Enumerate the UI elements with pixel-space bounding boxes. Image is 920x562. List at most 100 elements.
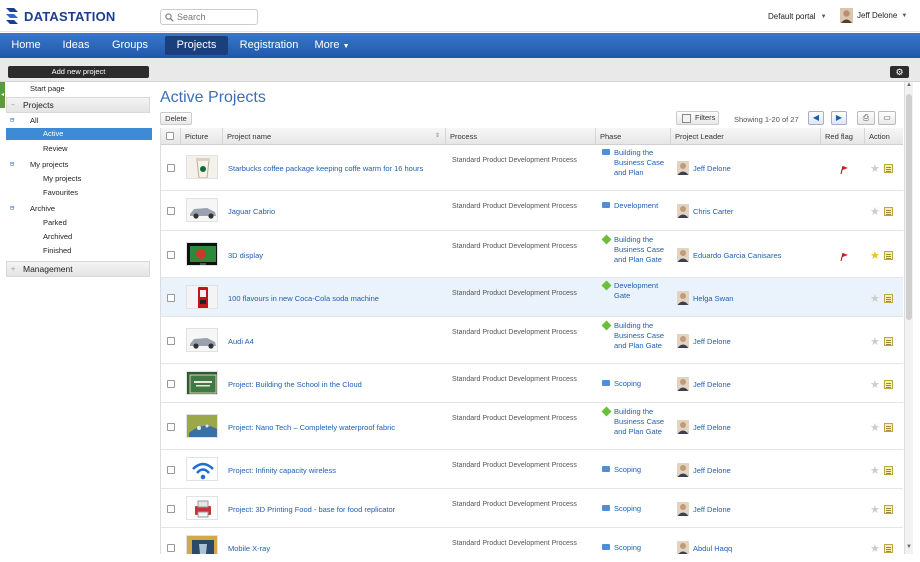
notes-icon[interactable] — [884, 466, 893, 475]
red-flag-icon[interactable] — [839, 165, 849, 175]
logo[interactable]: DATASTATION — [4, 6, 116, 26]
project-name-link[interactable]: Mobile X-ray — [228, 544, 270, 553]
project-phase[interactable]: Building the Business Case and Plan Gate — [601, 406, 668, 437]
row-checkbox[interactable] — [167, 294, 175, 302]
project-thumbnail[interactable] — [186, 155, 218, 179]
project-leader[interactable]: Jeff Delone — [677, 420, 731, 434]
row-checkbox[interactable] — [167, 207, 175, 215]
project-phase[interactable]: Building the Business Case and Plan Gate — [601, 234, 668, 265]
next-page-button[interactable]: ▶ — [831, 111, 847, 125]
sort-icon[interactable]: ⇕ — [435, 128, 440, 145]
table-row[interactable]: 3D display Standard Product Development P… — [161, 231, 903, 278]
favourite-star-icon[interactable]: ★ — [870, 337, 880, 348]
project-thumbnail[interactable] — [186, 198, 218, 222]
favourite-star-icon[interactable]: ★ — [870, 164, 880, 175]
favourite-star-icon[interactable]: ★ — [870, 505, 880, 516]
sidebar-item-finished[interactable]: Finished — [43, 246, 71, 255]
project-leader[interactable]: Jeff Delone — [677, 334, 731, 348]
notes-icon[interactable] — [884, 294, 893, 303]
search-box[interactable] — [160, 9, 258, 25]
notes-icon[interactable] — [884, 505, 893, 514]
project-phase[interactable]: Building the Business Case and Plan — [602, 148, 668, 178]
sidebar-item-start-page[interactable]: Start page — [30, 84, 65, 93]
project-phase[interactable]: Development Gate — [601, 280, 668, 301]
project-thumbnail[interactable] — [186, 371, 218, 395]
project-name-link[interactable]: 100 flavours in new Coca-Cola soda machi… — [228, 294, 379, 303]
notes-icon[interactable] — [884, 423, 893, 432]
user-menu[interactable]: Jeff Delone ▼ — [840, 8, 907, 23]
sidebar-item-archive[interactable]: Archive — [30, 204, 55, 213]
project-phase[interactable]: Scoping — [602, 379, 668, 389]
favourite-star-icon[interactable]: ★ — [870, 544, 880, 555]
favourite-star-icon[interactable]: ★ — [870, 294, 880, 305]
collapse-icon[interactable]: ⊟ — [10, 116, 14, 124]
table-row[interactable]: Project: Building the School in the Clou… — [161, 364, 903, 403]
project-name-link[interactable]: Project: 3D Printing Food - base for foo… — [228, 505, 395, 514]
favourite-star-icon[interactable]: ★ — [870, 251, 880, 262]
favourite-star-icon[interactable]: ★ — [870, 466, 880, 477]
row-checkbox[interactable] — [167, 251, 175, 259]
project-leader[interactable]: Jeff Delone — [677, 377, 731, 391]
project-thumbnail[interactable] — [186, 285, 218, 309]
table-row[interactable]: Project: 3D Printing Food - base for foo… — [161, 489, 903, 528]
scroll-down-icon[interactable]: ▼ — [905, 544, 913, 553]
row-checkbox[interactable] — [167, 544, 175, 552]
project-leader[interactable]: Jeff Delone — [677, 161, 731, 175]
sidebar-section-projects[interactable]: − Projects — [6, 97, 150, 113]
portal-selector[interactable]: Default portal ▼ — [768, 12, 827, 21]
project-phase[interactable]: Scoping — [602, 543, 668, 553]
table-row[interactable]: 100 flavours in new Coca-Cola soda machi… — [161, 278, 903, 317]
nav-ideas[interactable]: Ideas — [56, 33, 96, 58]
row-checkbox[interactable] — [167, 466, 175, 474]
sidebar-section-management[interactable]: + Management — [6, 261, 150, 277]
select-all-checkbox[interactable] — [166, 132, 174, 140]
sidebar-item-archived[interactable]: Archived — [43, 232, 72, 241]
notes-icon[interactable] — [884, 380, 893, 389]
red-flag-icon[interactable] — [839, 252, 849, 262]
add-project-button[interactable]: Add new project — [8, 66, 149, 78]
project-phase[interactable]: Scoping — [602, 504, 668, 514]
project-phase[interactable]: Development — [602, 201, 668, 211]
nav-projects[interactable]: Projects — [165, 36, 228, 55]
project-thumbnail[interactable] — [186, 457, 218, 481]
table-row[interactable]: Project: Infinity capacity wireless Stand… — [161, 450, 903, 489]
gear-icon[interactable]: ⚙ — [890, 66, 909, 78]
nav-groups[interactable]: Groups — [106, 33, 154, 58]
project-leader[interactable]: Chris Carter — [677, 204, 733, 218]
row-checkbox[interactable] — [167, 505, 175, 513]
sidebar-item-parked[interactable]: Parked — [43, 218, 67, 227]
filters-button[interactable]: Filters — [676, 111, 719, 125]
notes-icon[interactable] — [884, 207, 893, 216]
sidebar-item-active[interactable]: Active — [6, 128, 152, 140]
nav-registration[interactable]: Registration — [236, 33, 302, 58]
project-name-link[interactable]: Project: Nano Tech – Completely waterpro… — [228, 423, 395, 432]
project-thumbnail[interactable] — [186, 535, 218, 554]
row-checkbox[interactable] — [167, 380, 175, 388]
project-thumbnail[interactable] — [186, 414, 218, 438]
scrollbar[interactable]: ▲ ▼ — [904, 82, 913, 554]
col-red-flag[interactable]: Red flag — [821, 128, 865, 145]
layout-icon[interactable]: ▭ — [878, 111, 896, 125]
project-name-link[interactable]: Starbucks coffee package keeping coffe w… — [228, 164, 423, 173]
sidebar-collapse-handle[interactable]: ◂ — [0, 82, 5, 108]
sidebar-item-my-projects-group[interactable]: My projects — [30, 160, 68, 169]
favourite-star-icon[interactable]: ★ — [870, 207, 880, 218]
col-process[interactable]: Process — [446, 128, 596, 145]
project-leader[interactable]: Jeff Delone — [677, 502, 731, 516]
notes-icon[interactable] — [884, 251, 893, 260]
table-row[interactable]: Starbucks coffee package keeping coffe w… — [161, 145, 903, 191]
table-row[interactable]: Audi A4 Standard Product Development Proc… — [161, 317, 903, 364]
project-name-link[interactable]: Audi A4 — [228, 337, 254, 346]
delete-button[interactable]: Delete — [160, 112, 192, 125]
favourite-star-icon[interactable]: ★ — [870, 423, 880, 434]
nav-more[interactable]: More ▼ — [314, 33, 350, 58]
scrollbar-thumb[interactable] — [906, 94, 912, 320]
project-name-link[interactable]: Jaguar Cabrio — [228, 207, 275, 216]
project-phase[interactable]: Building the Business Case and Plan Gate — [601, 320, 668, 351]
col-picture[interactable]: Picture — [181, 128, 223, 145]
table-row[interactable]: Project: Nano Tech – Completely waterpro… — [161, 403, 903, 450]
sidebar-item-all[interactable]: All — [30, 116, 38, 125]
collapse-icon[interactable]: ⊟ — [10, 160, 14, 168]
collapse-icon[interactable]: ⊟ — [10, 204, 14, 212]
project-leader[interactable]: Helga Swan — [677, 291, 733, 305]
